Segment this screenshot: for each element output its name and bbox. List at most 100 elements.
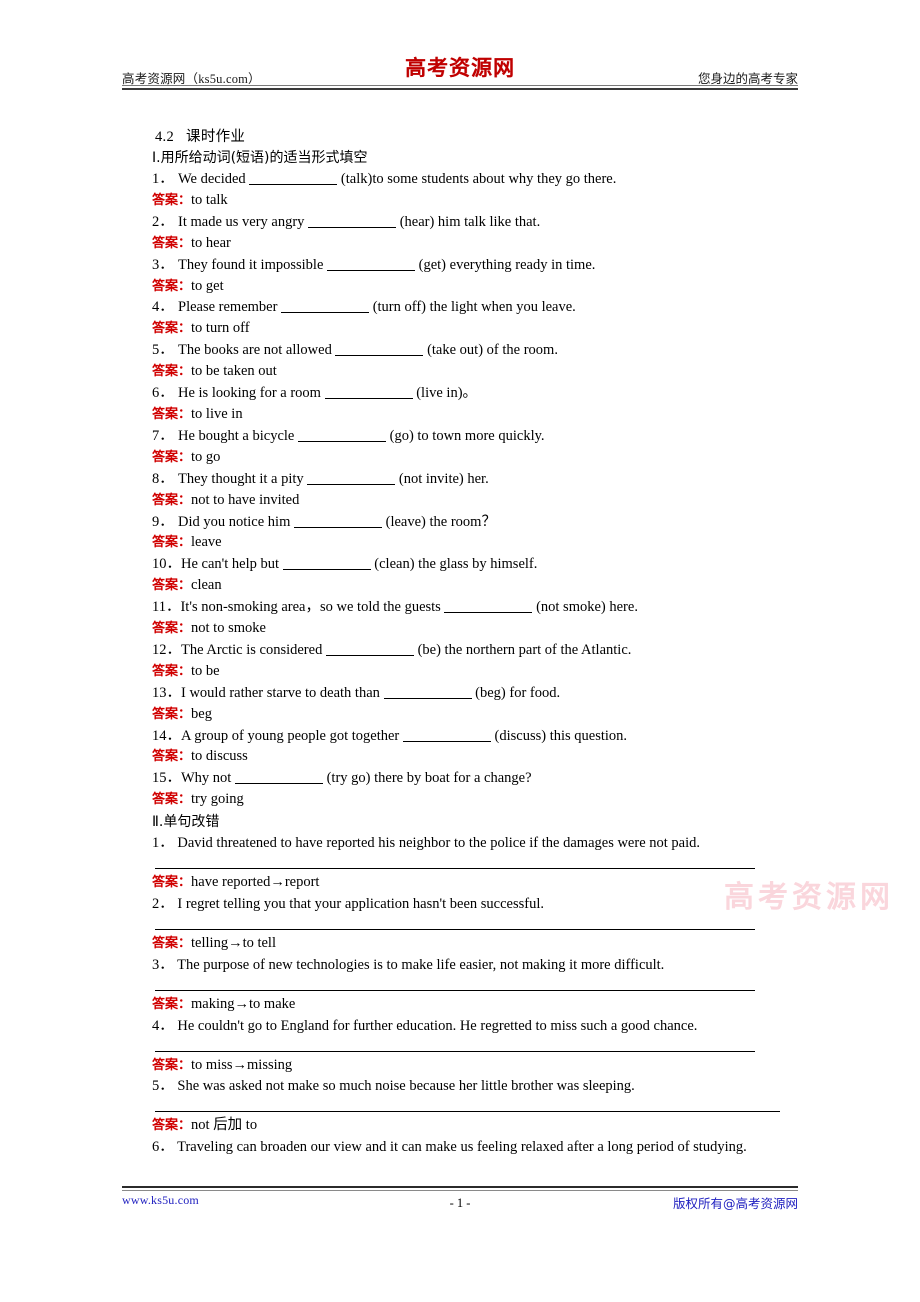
question-text-after: (live in)。 xyxy=(412,385,478,402)
answer-label: 答案： xyxy=(152,935,192,951)
answer-blank[interactable] xyxy=(402,728,491,742)
answer-label: 答案： xyxy=(152,406,192,422)
answer-label: 答案： xyxy=(152,278,192,294)
question-text-after: (hear) him talk like that. xyxy=(396,213,541,230)
question-line: 14．A group of young people got together … xyxy=(152,726,798,747)
answer-blank[interactable] xyxy=(307,471,396,485)
correction-write-line[interactable] xyxy=(155,928,755,930)
answer-label: 答案： xyxy=(152,235,192,251)
page-title: 4.2 课时作业 xyxy=(155,126,798,148)
question-line: 12．The Arctic is considered (be) the nor… xyxy=(152,640,798,661)
question-number: 8． xyxy=(152,470,174,487)
question-number: 5． xyxy=(152,342,174,359)
answer-blank[interactable] xyxy=(444,599,533,614)
answer-blank[interactable] xyxy=(281,299,370,314)
footer-copyright: 版权所有@高考资源网 xyxy=(672,1196,798,1211)
answer-line: 答案：clean xyxy=(152,575,798,597)
footer-page-number: - 1 - xyxy=(449,1196,471,1210)
answer-text: making→to make xyxy=(191,995,296,1012)
answer-blank[interactable] xyxy=(324,385,413,400)
question-line: 2． It made us very angry (hear) him talk … xyxy=(152,212,798,233)
question-line: 5． The books are not allowed (take out) o… xyxy=(152,340,798,361)
question-number: 4． xyxy=(152,299,174,316)
correction-write-line[interactable] xyxy=(155,868,755,870)
question-text-before: I would rather starve to death than xyxy=(181,684,384,701)
question-number: 12． xyxy=(152,641,181,658)
answer-text: to miss→missing xyxy=(191,1056,293,1073)
answer-line: 答案：beg xyxy=(152,704,798,726)
answer-blank[interactable] xyxy=(325,642,414,656)
question-text-after: (leave) the room？ xyxy=(382,513,496,530)
answer-blank[interactable] xyxy=(308,214,397,228)
answer-label: 答案： xyxy=(152,321,192,337)
question-line: 3． They found it impossible (get) everyth… xyxy=(152,255,798,276)
correction-write-line[interactable] xyxy=(155,989,755,991)
answer-line: 答案：to talk xyxy=(152,190,798,212)
correction-sentence: 2． I regret telling you that your applic… xyxy=(122,894,798,915)
question-text-before: They thought it a pity xyxy=(178,470,308,487)
correction-number: 2． xyxy=(152,896,178,912)
answer-text: to talk xyxy=(191,191,228,208)
answer-label: 答案： xyxy=(152,1118,192,1134)
question-number: 11． xyxy=(152,599,181,616)
correction-sentence: 5． She was asked not make so much noise … xyxy=(122,1076,798,1097)
correction-number: 3． xyxy=(152,956,178,973)
answer-text: not 后加 to xyxy=(191,1117,258,1134)
correction-write-line[interactable] xyxy=(155,1050,755,1052)
answer-label: 答案： xyxy=(152,706,192,722)
answer-line: 答案：to be xyxy=(152,661,798,683)
question-text-before: It's non-smoking area，so we told the gue… xyxy=(180,599,445,616)
question-number: 13． xyxy=(152,684,181,701)
question-text-before: We decided xyxy=(178,171,250,187)
question-text-before: He bought a bicycle xyxy=(178,427,298,444)
correction-number: 5． xyxy=(152,1078,178,1095)
answer-blank[interactable] xyxy=(383,685,472,699)
question-text-after: (try go) there by boat for a change? xyxy=(322,770,532,787)
answer-line: 答案：not 后加 to xyxy=(152,1115,798,1137)
question-number: 6． xyxy=(152,385,174,402)
answer-line: 答案：not to have invited xyxy=(152,490,798,512)
answer-label: 答案： xyxy=(152,792,192,808)
question-number: 15． xyxy=(152,770,181,787)
footer-divider-thick xyxy=(122,1186,798,1188)
correction-write-line[interactable] xyxy=(155,1111,780,1113)
answer-blank[interactable] xyxy=(249,171,338,185)
correction-number: 1． xyxy=(152,835,178,852)
correction-text: The purpose of new technologies is to ma… xyxy=(177,956,665,973)
question-line: 7． He bought a bicycle (go) to town more … xyxy=(152,426,798,447)
question-number: 7． xyxy=(152,427,174,444)
document-body: 4.2 课时作业 Ⅰ.用所给动词(短语)的适当形式填空 1． We decided … xyxy=(122,126,798,1158)
answer-blank[interactable] xyxy=(282,556,371,571)
answer-line: 答案：to turn off xyxy=(152,318,798,340)
question-number: 1． xyxy=(152,171,174,187)
answer-label: 答案： xyxy=(152,449,192,465)
section-one-list: 1． We decided (talk)to some students abou… xyxy=(122,169,798,811)
answer-line: 答案：to get xyxy=(152,276,798,298)
question-text-before: The Arctic is considered xyxy=(181,641,326,658)
answer-text: try going xyxy=(191,791,244,808)
answer-line: 答案：have reported→report xyxy=(152,872,798,894)
question-text-after: (talk)to some students about why they go… xyxy=(337,171,617,187)
answer-blank[interactable] xyxy=(327,257,416,271)
answer-label: 答案： xyxy=(152,364,192,380)
correction-sentence: 4． He couldn't go to England for further… xyxy=(122,1016,798,1037)
correction-number: 6． xyxy=(152,1139,178,1156)
answer-text: have reported→report xyxy=(191,874,320,891)
answer-text: not to have invited xyxy=(191,491,300,508)
document-page: 高考资源网（ks5u.com） 高考资源网 您身边的高考专家 高考资源网 4.2… xyxy=(0,0,920,1302)
answer-blank[interactable] xyxy=(234,770,323,785)
question-text-before: Why not xyxy=(181,770,235,787)
answer-label: 答案： xyxy=(152,535,192,551)
answer-blank[interactable] xyxy=(294,514,382,528)
answer-blank[interactable] xyxy=(335,342,424,357)
answer-line: 答案：to discuss xyxy=(152,746,798,768)
question-text-after: (clean) the glass by himself. xyxy=(370,556,538,573)
question-text-after: (be) the northern part of the Atlantic. xyxy=(413,641,632,658)
correction-text: I regret telling you that your applicati… xyxy=(177,896,544,912)
answer-text: to be xyxy=(191,662,220,679)
question-line: 6． He is looking for a room (live in)。 xyxy=(152,383,798,404)
answer-label: 答案： xyxy=(152,875,192,891)
answer-label: 答案： xyxy=(152,663,192,679)
question-line: 4． Please remember (turn off) the light w… xyxy=(152,297,798,318)
answer-blank[interactable] xyxy=(298,428,386,442)
